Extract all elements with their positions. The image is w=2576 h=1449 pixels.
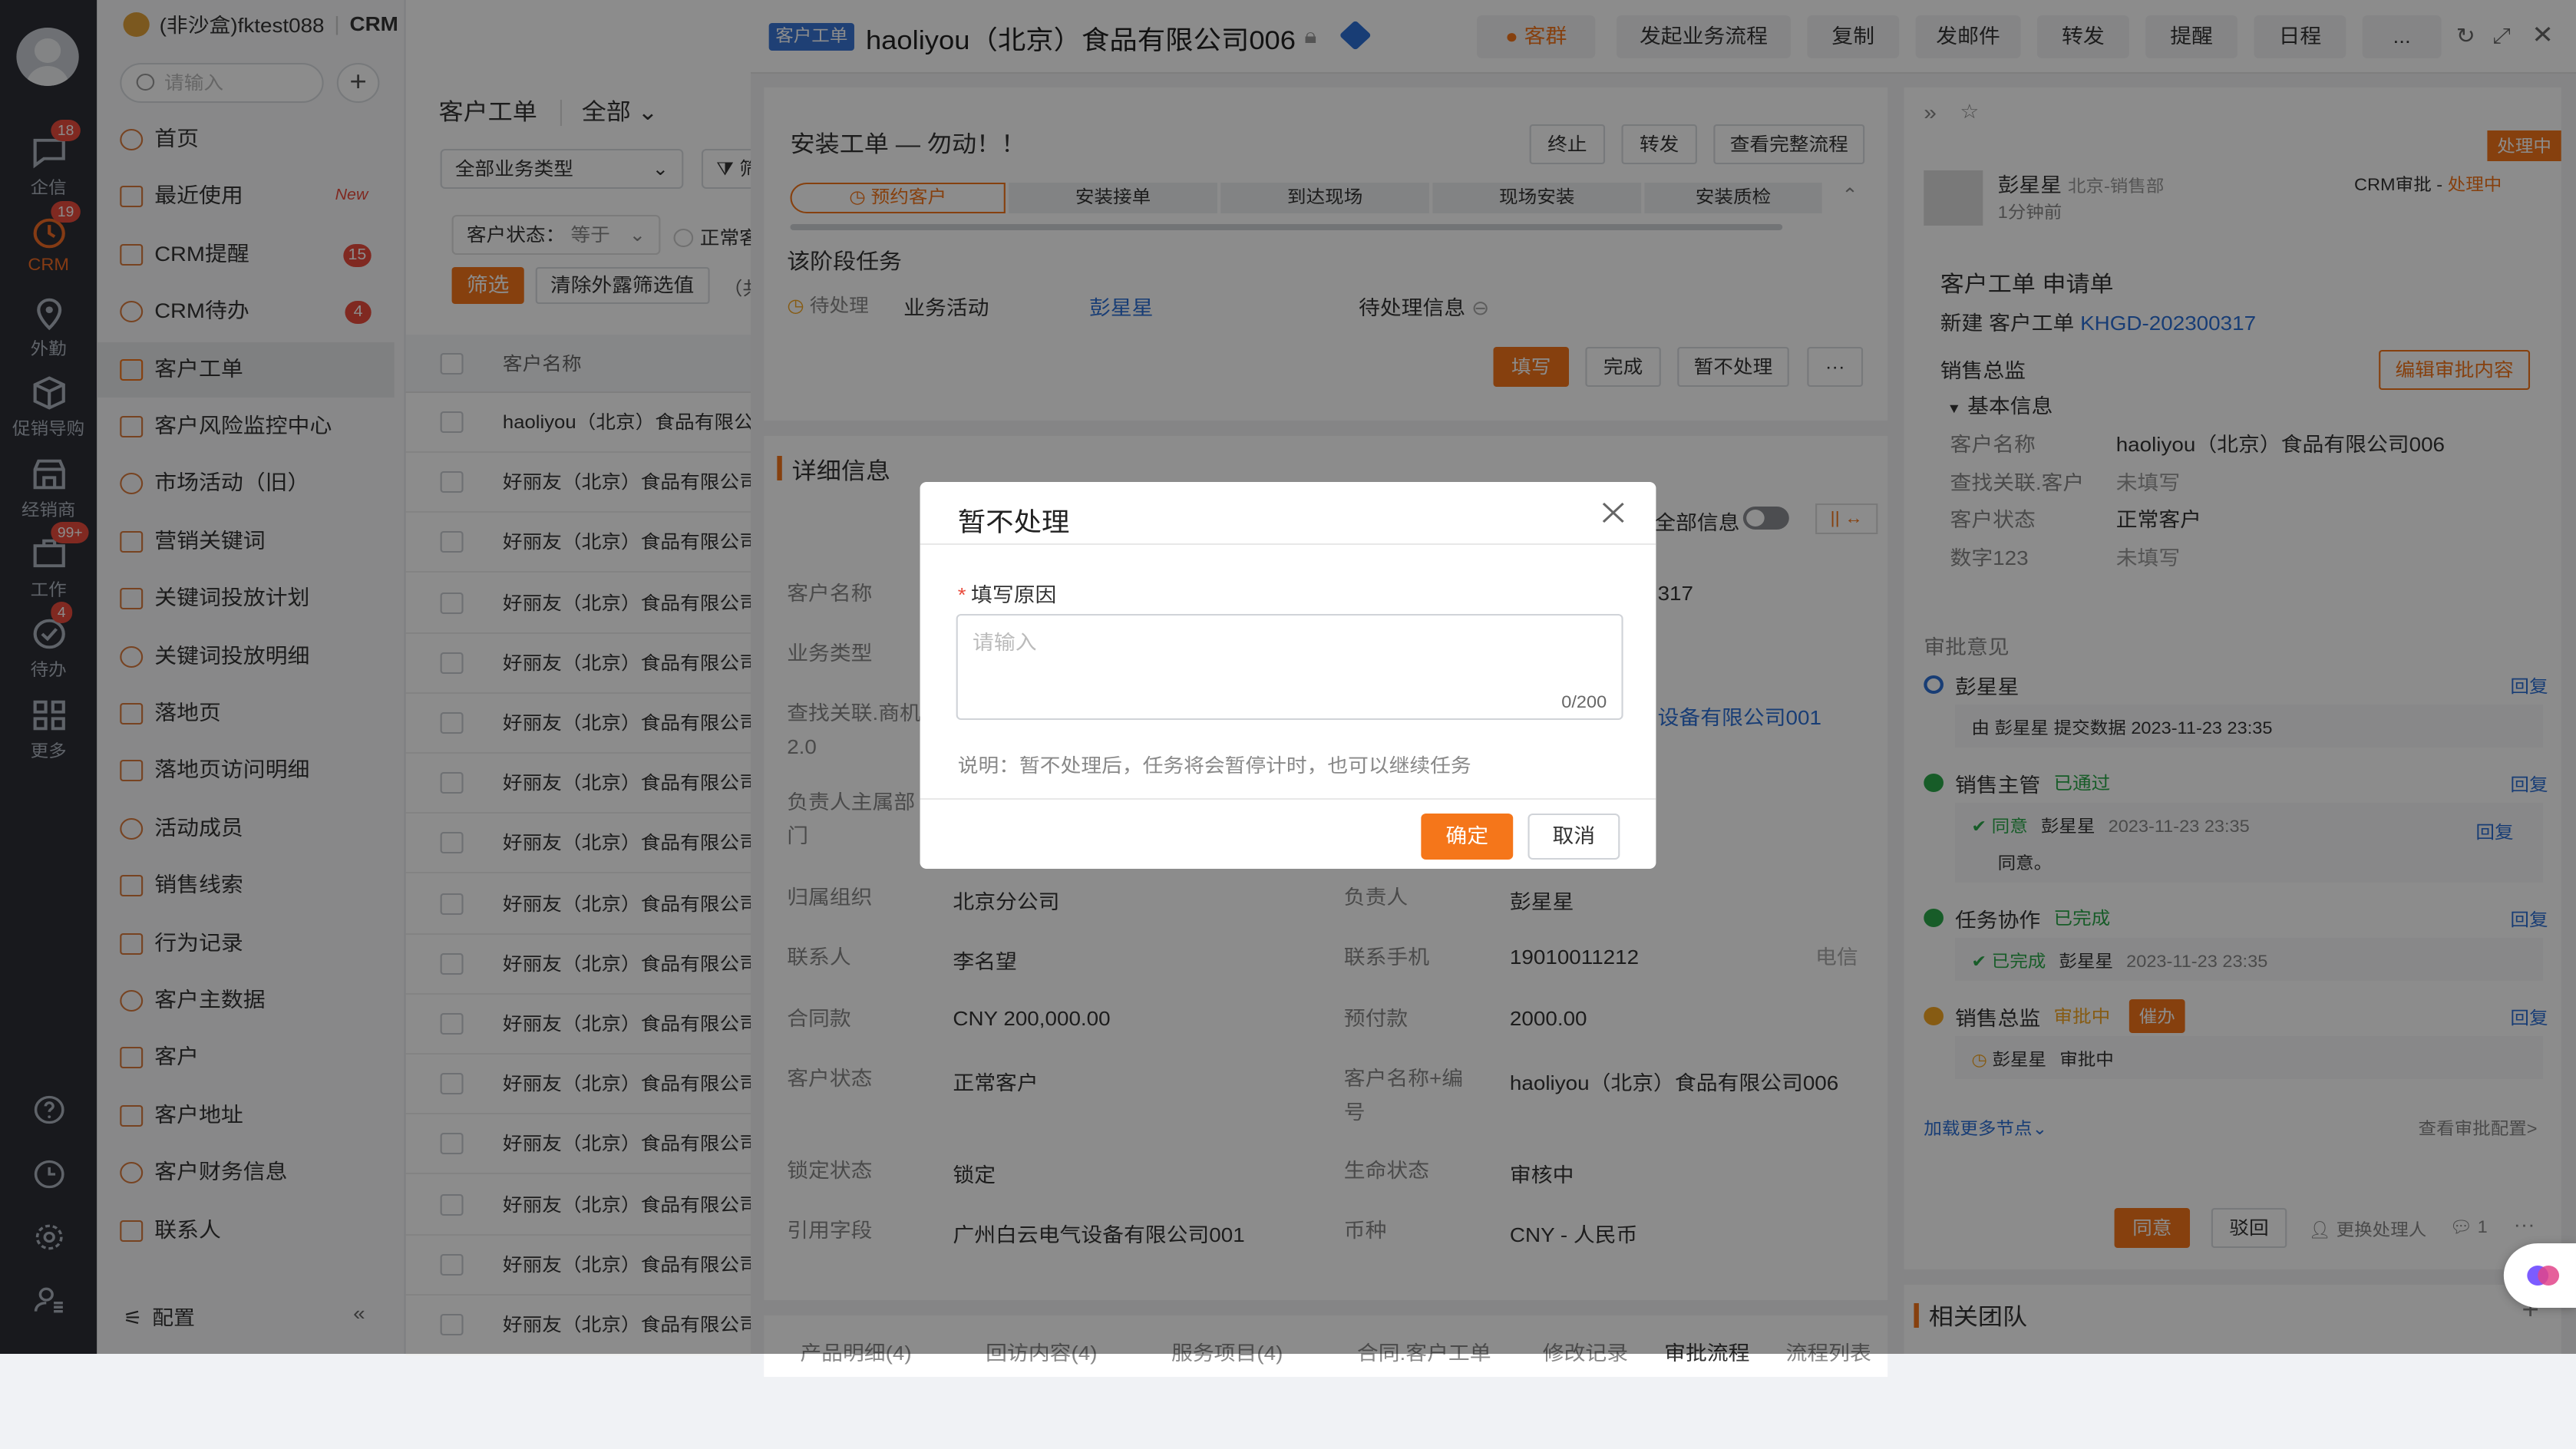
app-root: 18 企信 19 CRM 外勤 促销导购 经销商 99+ 工作 4 待办 更多 … xyxy=(0,0,2576,1449)
dialog-title: 暂不处理 xyxy=(957,508,1070,537)
suspend-dialog: 暂不处理 * 填写原因 请输入 0/200 说明：暂不处理后，任务将会暂停计时，也… xyxy=(920,482,1656,869)
divider xyxy=(920,798,1656,800)
reason-label: * 填写原因 xyxy=(958,579,1057,608)
ai-assistant-button[interactable] xyxy=(2503,1243,2576,1308)
close-icon[interactable] xyxy=(1600,500,1627,525)
reason-label-text: 填写原因 xyxy=(971,583,1057,606)
confirm-button[interactable]: 确定 xyxy=(1421,814,1514,860)
dialog-note: 说明：暂不处理后，任务将会暂停计时，也可以继续任务 xyxy=(957,755,1471,777)
reason-placeholder: 请输入 xyxy=(973,631,1037,654)
reason-textarea[interactable]: 请输入 0/200 xyxy=(956,614,1623,720)
cancel-button[interactable]: 取消 xyxy=(1527,814,1620,860)
required-mark: * xyxy=(957,583,966,606)
divider xyxy=(920,543,1656,545)
char-counter: 0/200 xyxy=(1561,694,1607,712)
brain-icon xyxy=(2527,1266,2560,1286)
